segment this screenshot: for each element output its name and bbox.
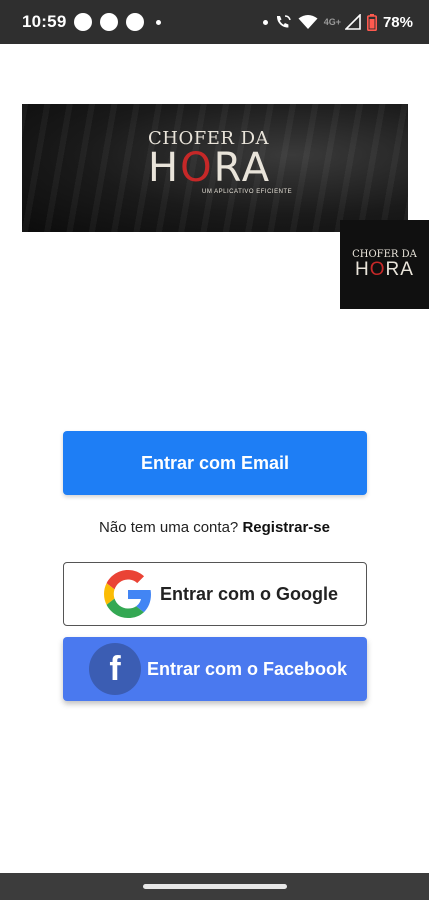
notification-icon: [100, 13, 119, 31]
facebook-login-button[interactable]: f Entrar com o Facebook: [63, 637, 367, 701]
status-bar: 10:59 4G+ 78%: [0, 0, 429, 44]
square-logo-h: H: [355, 259, 370, 280]
wifi-calling-icon: [276, 15, 291, 28]
google-login-label: Entrar com o Google: [160, 583, 339, 604]
email-login-button[interactable]: Entrar com Email: [63, 431, 367, 495]
square-logo-main: HORA: [355, 260, 414, 280]
navigation-bar: [0, 873, 429, 900]
logo-pin-letter: O: [180, 145, 214, 191]
battery-level: 78%: [382, 13, 413, 31]
banner-image: CHOFER DA HORA UM APLICATIVO EFICIENTE: [22, 104, 408, 232]
dot-icon: [262, 19, 268, 25]
wifi-icon: [298, 15, 318, 29]
network-type-label: 4G+: [323, 17, 341, 27]
notification-icon: [74, 13, 93, 31]
google-login-button[interactable]: Entrar com o Google: [63, 562, 367, 626]
more-notifications-icon: [156, 19, 162, 25]
square-logo-pin: O: [369, 259, 386, 280]
home-gesture-handle[interactable]: [142, 884, 287, 889]
register-link[interactable]: Registrar-se: [242, 519, 330, 536]
facebook-login-label: Entrar com o Facebook: [147, 658, 348, 679]
status-right: 4G+ 78%: [259, 13, 413, 31]
google-icon: [104, 570, 151, 618]
status-left: 10:59: [22, 12, 162, 32]
square-logo-ra: RA: [385, 259, 414, 280]
banner-logo: CHOFER DA HORA UM APLICATIVO EFICIENTE: [148, 128, 308, 220]
notification-icon: [126, 13, 145, 31]
status-time: 10:59: [22, 12, 67, 31]
logo-main-text: HORA: [148, 148, 308, 188]
register-prompt: Não tem uma conta?: [99, 519, 239, 536]
battery-icon: [366, 13, 377, 31]
square-logo: CHOFER DA HORA: [340, 220, 429, 309]
email-login-label: Entrar com Email: [140, 452, 290, 473]
register-row: Não tem uma conta? Registrar-se: [0, 519, 429, 536]
logo-letter-h: H: [148, 145, 181, 191]
signal-icon: [344, 14, 361, 30]
facebook-icon: f: [89, 643, 141, 695]
logo-letters-ra: RA: [213, 145, 272, 191]
